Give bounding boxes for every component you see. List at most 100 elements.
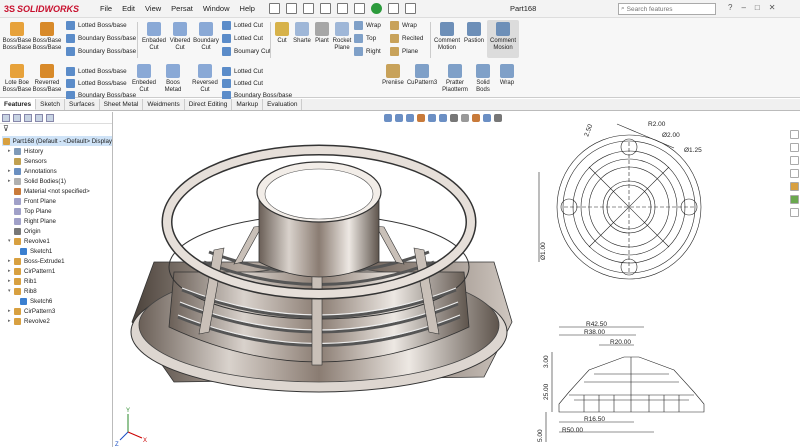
close-icon[interactable]: ✕ (769, 3, 776, 12)
menu-insert[interactable]: Persat (171, 4, 193, 13)
boumary-cut-button[interactable]: Boumary Cut (222, 47, 271, 56)
dim-section-r1[interactable]: R42.50 (586, 321, 607, 328)
cupattern3-button[interactable]: CuPattern3 (405, 64, 439, 87)
solid-bods-button[interactable]: Solid Bods (469, 64, 497, 94)
menu-view[interactable]: View (145, 4, 161, 13)
search-box[interactable]: ⌕ (618, 3, 716, 15)
plane-button[interactable]: Plane (390, 47, 418, 56)
rebuild-icon[interactable] (370, 3, 382, 14)
menu-window[interactable]: Window (203, 4, 230, 13)
lotted-cut-button-2[interactable]: Lotted Cut (222, 34, 263, 43)
boundary-boss-base-button-1[interactable]: Boundary Boss/base (66, 34, 136, 43)
reverred-boss-base-button[interactable]: Reverred Boss/Base (32, 64, 62, 94)
dim-top-5[interactable]: Ø1.00 (540, 242, 547, 260)
search-input[interactable] (626, 5, 709, 13)
tree-node[interactable]: ▸ Solid Bodies(1) (2, 176, 112, 186)
tree-node[interactable]: ▾ Revolve1 (2, 236, 112, 246)
tree-node[interactable]: Front Plane (2, 196, 112, 206)
lote-boe-button[interactable]: Lote Boe Boss/Base (3, 64, 31, 94)
dim-section-v3[interactable]: 5.00 (537, 429, 544, 442)
tab-sheet-metal[interactable]: Sheet Metal (100, 99, 144, 110)
cut-button[interactable]: Cut (272, 22, 292, 45)
tree-node[interactable]: ▸ Revolve2 (2, 316, 112, 326)
tree-node[interactable]: Sensors (2, 156, 112, 166)
open-icon[interactable] (285, 3, 297, 14)
comment-motion-button[interactable]: Comment Motion (433, 22, 461, 52)
file-properties-icon[interactable] (387, 3, 399, 14)
rocket-plane-button[interactable]: Rocket Plane (331, 22, 353, 52)
boss-base-button-1[interactable]: Boss/Base Boss/Base (3, 22, 31, 52)
dim-section-v1[interactable]: 3.00 (543, 355, 550, 368)
dim-section-v2[interactable]: 25.00 (543, 383, 550, 400)
help-icon[interactable]: ? (728, 3, 732, 12)
tab-sketch[interactable]: Sketch (36, 99, 65, 110)
tree-node[interactable]: ▸ Annotations (2, 166, 112, 176)
dim-section-r4[interactable]: R16.50 (584, 416, 605, 423)
wrap-button-2[interactable]: Wrap (390, 21, 417, 30)
save-icon[interactable] (302, 3, 314, 14)
tree-node[interactable]: Material <not specified> (2, 186, 112, 196)
tab-evaluation[interactable]: Evaluation (263, 99, 303, 110)
sharte-button[interactable]: Sharte (291, 22, 313, 45)
tree-node[interactable]: Origin (2, 226, 112, 236)
boos-metad-button[interactable]: Boos Metad (157, 64, 189, 94)
dim-top-4[interactable]: Ø1.25 (684, 147, 702, 154)
menu-help[interactable]: Help (240, 4, 255, 13)
tab-weldments[interactable]: Weidments (143, 99, 185, 110)
lotted-cut-button-1[interactable]: Lotted Cut (222, 21, 263, 30)
tree-node[interactable]: ▸ CirPattern3 (2, 306, 112, 316)
dim-section-r2[interactable]: R38.00 (584, 329, 605, 336)
dim-section-r3[interactable]: R20.00 (610, 339, 631, 346)
reversed-cut-button[interactable]: Reversed Cut (190, 64, 220, 94)
pratter-plaotterm-button[interactable]: Pratter Plaotterm (439, 64, 471, 94)
preniise-button[interactable]: Preniise (380, 64, 406, 87)
dim-top-2[interactable]: R2.00 (648, 121, 666, 128)
print-icon[interactable] (319, 3, 331, 14)
lotted-boss-base-button-row2[interactable]: Lotted Boss/base (66, 67, 127, 76)
select-icon[interactable] (353, 3, 365, 14)
tree-node[interactable]: ▸ Boss-Extrude1 (2, 256, 112, 266)
tab-features[interactable]: Features (0, 99, 37, 110)
maximize-icon[interactable]: □ (755, 3, 760, 12)
boundary-cut-button[interactable]: Boundary Cut (191, 22, 221, 52)
top-button[interactable]: Top (354, 34, 376, 43)
lotted-cut-button-row2-2[interactable]: Lotted Cut (222, 79, 263, 88)
tab-markup[interactable]: Markup (232, 99, 264, 110)
undo-icon[interactable] (336, 3, 348, 14)
right-button[interactable]: Right (354, 47, 381, 56)
tree-node[interactable]: ▸ Rib1 (2, 276, 112, 286)
tree-node[interactable]: Sketch1 (2, 246, 112, 256)
menu-edit[interactable]: Edit (122, 4, 135, 13)
tree-node[interactable]: Top Plane (2, 206, 112, 216)
lotted-boss-base-button[interactable]: Lotted Boss/base (66, 21, 127, 30)
tree-node[interactable]: Sketch6 (2, 296, 112, 306)
enbaded-cut-button[interactable]: Enbaded Cut (140, 22, 168, 52)
lotted-boss-base-button-row2-2[interactable]: Lotted Boss/base (66, 79, 127, 88)
dim-top-1[interactable]: 2.50 (583, 123, 594, 138)
minimize-icon[interactable]: – (741, 3, 745, 12)
enbeded-cut-button[interactable]: Enbeded Cut (130, 64, 158, 94)
boss-base-button-2[interactable]: Boss/Base Boss/Base (33, 22, 61, 52)
tree-node[interactable]: Right Plane (2, 216, 112, 226)
tab-surfaces[interactable]: Surfaces (65, 99, 100, 110)
pastion-button[interactable]: Pastion (462, 22, 486, 45)
vibered-cut-button[interactable]: Vibered Cut (166, 22, 194, 52)
graphics-area[interactable]: Y X Z 2.50 R2.00 Ø2.00 Ø1.25 Ø1.00 R42.5… (114, 112, 800, 447)
dim-section-r5[interactable]: R50.00 (562, 427, 583, 434)
lotted-cut-button-row2-1[interactable]: Lotted Cut (222, 67, 263, 76)
dim-top-3[interactable]: Ø2.00 (662, 132, 680, 139)
feature-manager-tab-icon[interactable] (2, 114, 10, 122)
menu-file[interactable]: File (100, 4, 112, 13)
boundary-boss-base-button-2[interactable]: Boundary Boss/base (66, 47, 136, 56)
tree-node[interactable]: ▾ Rib8 (2, 286, 112, 296)
configuration-manager-tab-icon[interactable] (24, 114, 32, 122)
tab-direct-editing[interactable]: Direct Editing (185, 99, 233, 110)
recited-button[interactable]: Recited (390, 34, 423, 43)
dimxpert-tab-icon[interactable] (35, 114, 43, 122)
tree-node[interactable]: ▸ History (2, 146, 112, 156)
options-icon[interactable] (404, 3, 416, 14)
plant-button[interactable]: Plant (312, 22, 332, 45)
tree-node[interactable]: ▸ CirPattern1 (2, 266, 112, 276)
comment-mosion-button[interactable]: Comment Mosion (487, 20, 519, 58)
tree-node[interactable]: Part168 (Default - <Default> Display (2, 136, 112, 146)
